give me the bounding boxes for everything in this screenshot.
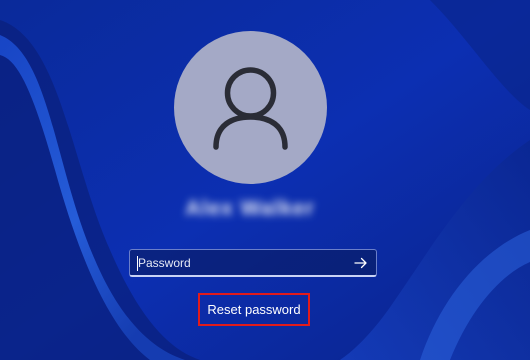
user-avatar: [174, 31, 327, 184]
account-username: Alex Walker: [185, 197, 315, 220]
password-input[interactable]: [138, 250, 343, 276]
submit-button[interactable]: [348, 251, 374, 275]
password-field[interactable]: [129, 249, 377, 277]
reset-password-link[interactable]: Reset password: [200, 295, 308, 324]
arrow-right-icon: [354, 257, 367, 269]
reset-password-highlight: Reset password: [198, 293, 310, 326]
user-silhouette-icon: [213, 67, 288, 150]
